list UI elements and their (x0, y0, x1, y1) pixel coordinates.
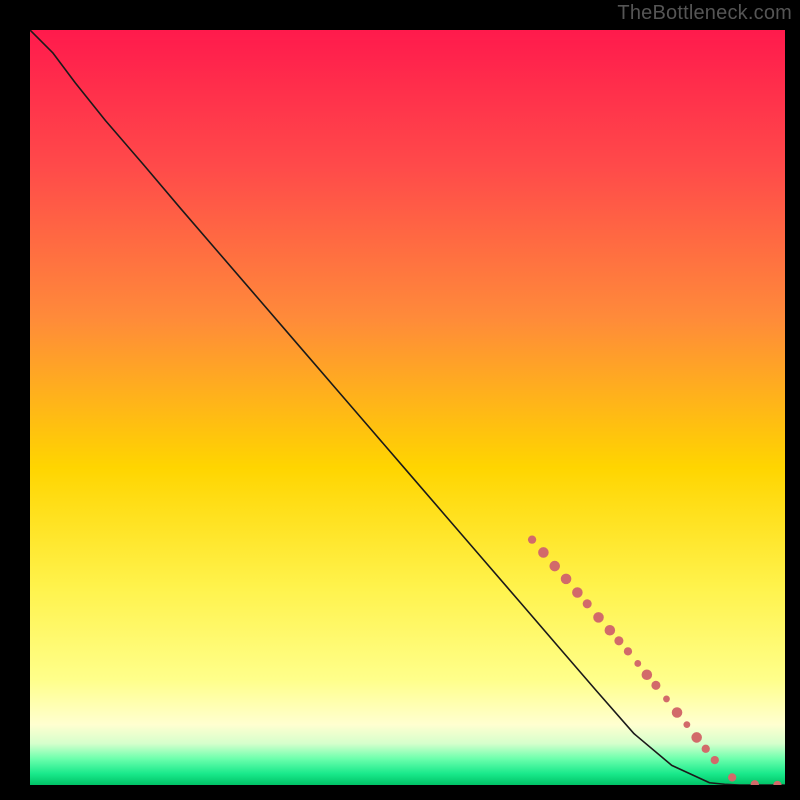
data-point (624, 647, 632, 655)
attribution-label: TheBottleneck.com (617, 2, 792, 25)
data-point (634, 660, 641, 667)
data-point (561, 574, 572, 585)
data-point (528, 535, 536, 543)
data-point (691, 732, 702, 743)
data-point (728, 773, 736, 781)
data-point (549, 561, 560, 572)
data-point (683, 721, 690, 728)
chart-svg (30, 30, 785, 785)
data-point (614, 636, 623, 645)
data-point (651, 681, 660, 690)
chart-frame: TheBottleneck.com (0, 0, 800, 800)
data-point (593, 612, 604, 623)
data-point (572, 587, 583, 598)
data-point (583, 599, 592, 608)
data-point (711, 756, 719, 764)
data-point (663, 696, 670, 703)
data-point (605, 625, 616, 636)
gradient-background (30, 30, 785, 785)
data-point (642, 669, 653, 680)
data-point (702, 745, 710, 753)
data-point (538, 547, 549, 558)
plot-area (30, 30, 785, 785)
data-point (672, 707, 683, 718)
